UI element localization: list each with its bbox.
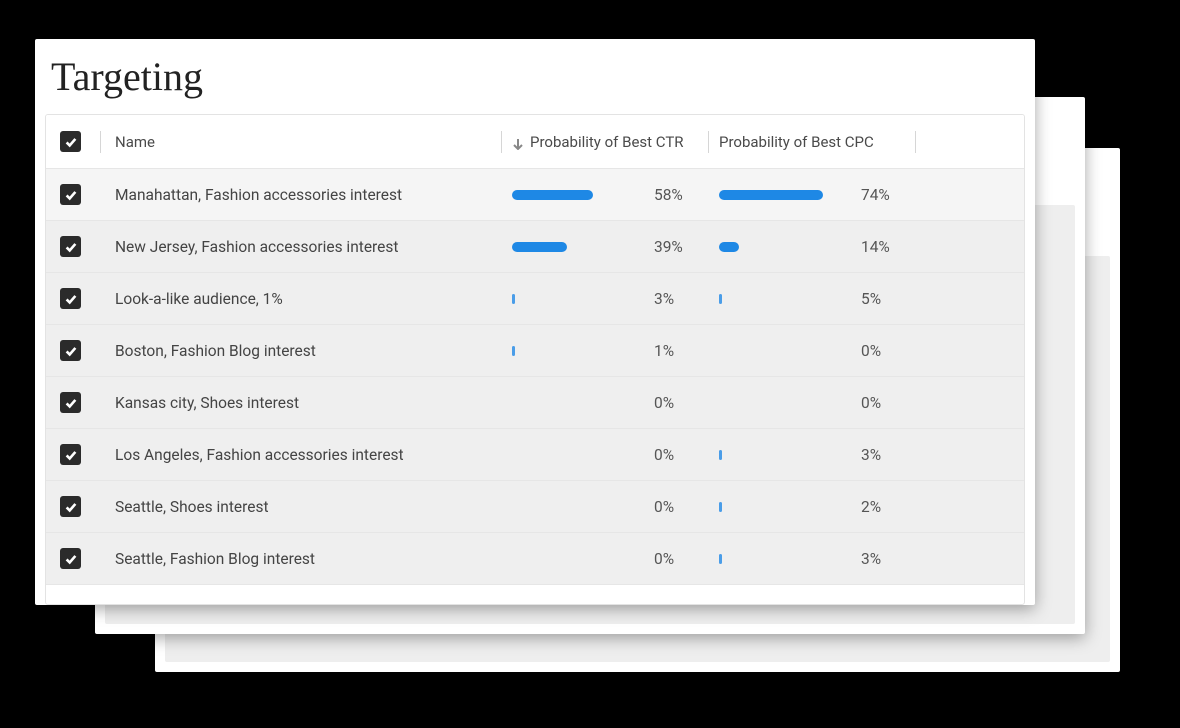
cpc-value: 5% — [861, 290, 915, 308]
ctr-value: 39% — [654, 238, 708, 256]
row-checkbox[interactable] — [60, 288, 81, 309]
select-all-checkbox[interactable] — [60, 131, 81, 152]
row-name: Los Angeles, Fashion accessories interes… — [111, 446, 501, 464]
row-name: Boston, Fashion Blog interest — [111, 342, 501, 360]
row-name: Seattle, Fashion Blog interest — [111, 550, 501, 568]
row-checkbox[interactable] — [60, 496, 81, 517]
cpc-value: 3% — [861, 550, 915, 568]
cpc-value: 2% — [861, 498, 915, 516]
cpc-bar-cell — [719, 502, 861, 512]
column-header-cpc-label: Probability of Best CPC — [719, 133, 874, 151]
row-checkbox[interactable] — [60, 236, 81, 257]
column-header-name[interactable]: Name — [111, 133, 501, 151]
sort-desc-icon — [512, 136, 524, 148]
cpc-bar — [719, 294, 722, 304]
ctr-bar-cell — [512, 294, 654, 304]
cpc-bar-cell — [719, 554, 861, 564]
row-name: New Jersey, Fashion accessories interest — [111, 238, 501, 256]
ctr-value: 0% — [654, 550, 708, 568]
cpc-bar — [719, 242, 739, 252]
ctr-bar — [512, 242, 567, 252]
cpc-bar-cell — [719, 190, 861, 200]
ctr-value: 0% — [654, 394, 708, 412]
cpc-bar — [719, 502, 722, 512]
cpc-value: 0% — [861, 342, 915, 360]
ctr-value: 0% — [654, 446, 708, 464]
ctr-bar — [512, 346, 515, 356]
column-header-cpc[interactable]: Probability of Best CPC — [719, 133, 915, 151]
targeting-panel: Targeting Name Probability of Best CTR — [35, 39, 1035, 605]
ctr-bar — [512, 294, 515, 304]
table-row[interactable]: Kansas city, Shoes interest 0% 0% — [46, 377, 1024, 429]
row-name: Seattle, Shoes interest — [111, 498, 501, 516]
table-header-row: Name Probability of Best CTR Probability… — [46, 115, 1024, 169]
cpc-bar-cell — [719, 450, 861, 460]
table-row[interactable]: New Jersey, Fashion accessories interest… — [46, 221, 1024, 273]
table-row[interactable]: Los Angeles, Fashion accessories interes… — [46, 429, 1024, 481]
page-title: Targeting — [35, 53, 1035, 114]
ctr-value: 0% — [654, 498, 708, 516]
cpc-value: 14% — [861, 238, 915, 256]
table-row[interactable]: Boston, Fashion Blog interest 1% 0% — [46, 325, 1024, 377]
divider — [100, 131, 101, 153]
row-checkbox[interactable] — [60, 444, 81, 465]
row-checkbox[interactable] — [60, 340, 81, 361]
targeting-table: Name Probability of Best CTR Probability… — [45, 114, 1025, 605]
table-row[interactable]: Seattle, Fashion Blog interest 0% 3% — [46, 533, 1024, 585]
row-name: Manahattan, Fashion accessories interest — [111, 186, 501, 204]
column-header-ctr-label: Probability of Best CTR — [530, 133, 684, 151]
divider — [501, 131, 502, 153]
cpc-bar — [719, 554, 722, 564]
row-checkbox[interactable] — [60, 392, 81, 413]
table-row[interactable]: Seattle, Shoes interest 0% 2% — [46, 481, 1024, 533]
ctr-value: 3% — [654, 290, 708, 308]
cpc-bar — [719, 190, 823, 200]
divider — [708, 131, 709, 153]
row-name: Look-a-like audience, 1% — [111, 290, 501, 308]
cpc-value: 74% — [861, 186, 915, 204]
cpc-bar — [719, 450, 722, 460]
cpc-bar-cell — [719, 294, 861, 304]
ctr-bar — [512, 190, 593, 200]
table-row[interactable]: Look-a-like audience, 1% 3% 5% — [46, 273, 1024, 325]
column-header-name-label: Name — [115, 133, 155, 151]
column-header-ctr[interactable]: Probability of Best CTR — [512, 133, 708, 151]
cpc-value: 0% — [861, 394, 915, 412]
cpc-value: 3% — [861, 446, 915, 464]
cpc-bar-cell — [719, 242, 861, 252]
row-checkbox[interactable] — [60, 184, 81, 205]
ctr-bar-cell — [512, 190, 654, 200]
row-checkbox[interactable] — [60, 548, 81, 569]
ctr-value: 1% — [654, 342, 708, 360]
row-name: Kansas city, Shoes interest — [111, 394, 501, 412]
ctr-value: 58% — [654, 186, 708, 204]
table-row[interactable]: Manahattan, Fashion accessories interest… — [46, 169, 1024, 221]
ctr-bar-cell — [512, 346, 654, 356]
divider — [915, 131, 916, 153]
ctr-bar-cell — [512, 242, 654, 252]
